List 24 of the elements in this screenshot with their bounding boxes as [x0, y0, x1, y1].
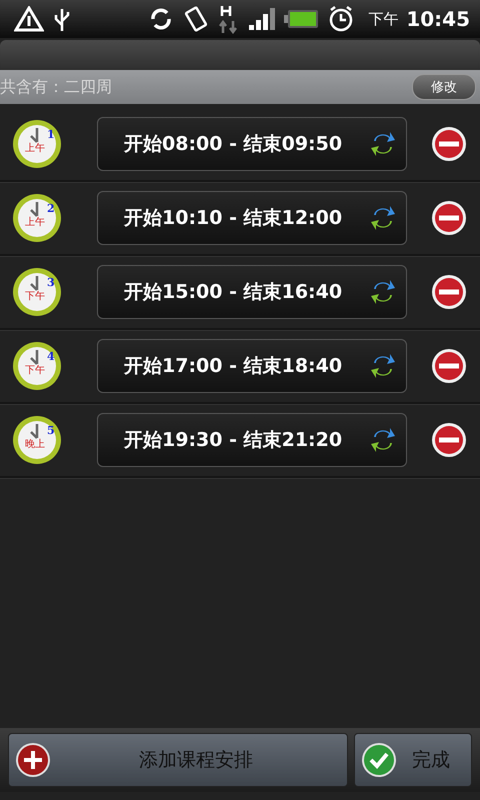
period-label: 下午	[25, 292, 45, 302]
session-number: 1	[47, 128, 55, 141]
session-number: 3	[47, 276, 55, 289]
session-time-bubble[interactable]: 开始10:10 - 结束12:00	[97, 191, 407, 245]
session-number: 5	[47, 424, 55, 437]
session-time-bubble[interactable]: 开始15:00 - 结束16:40	[97, 265, 407, 319]
weeks-label: 共含有：二四周	[0, 76, 112, 98]
clock-period: 下午	[368, 10, 398, 28]
session-time: 开始17:00 - 结束18:40	[124, 354, 342, 379]
clock-time: 10:45	[406, 7, 470, 31]
session-time: 开始19:30 - 结束21:20	[124, 428, 342, 453]
session-time-bubble[interactable]: 开始17:00 - 结束18:40	[97, 339, 407, 393]
session-number: 4	[47, 350, 55, 363]
period-label: 上午	[25, 144, 45, 154]
session-time: 开始10:10 - 结束12:00	[124, 206, 342, 231]
session-number: 2	[47, 202, 55, 215]
session-time: 开始15:00 - 结束16:40	[124, 280, 342, 305]
edit-button[interactable]: 修改	[412, 74, 476, 100]
period-label: 晚上	[25, 440, 45, 450]
session-time: 开始08:00 - 结束09:50	[124, 132, 342, 157]
period-label: 下午	[25, 366, 45, 376]
period-label: 上午	[25, 218, 45, 228]
session-time-bubble[interactable]: 开始19:30 - 结束21:20	[97, 413, 407, 467]
session-time-bubble[interactable]: 开始08:00 - 结束09:50	[97, 117, 407, 171]
